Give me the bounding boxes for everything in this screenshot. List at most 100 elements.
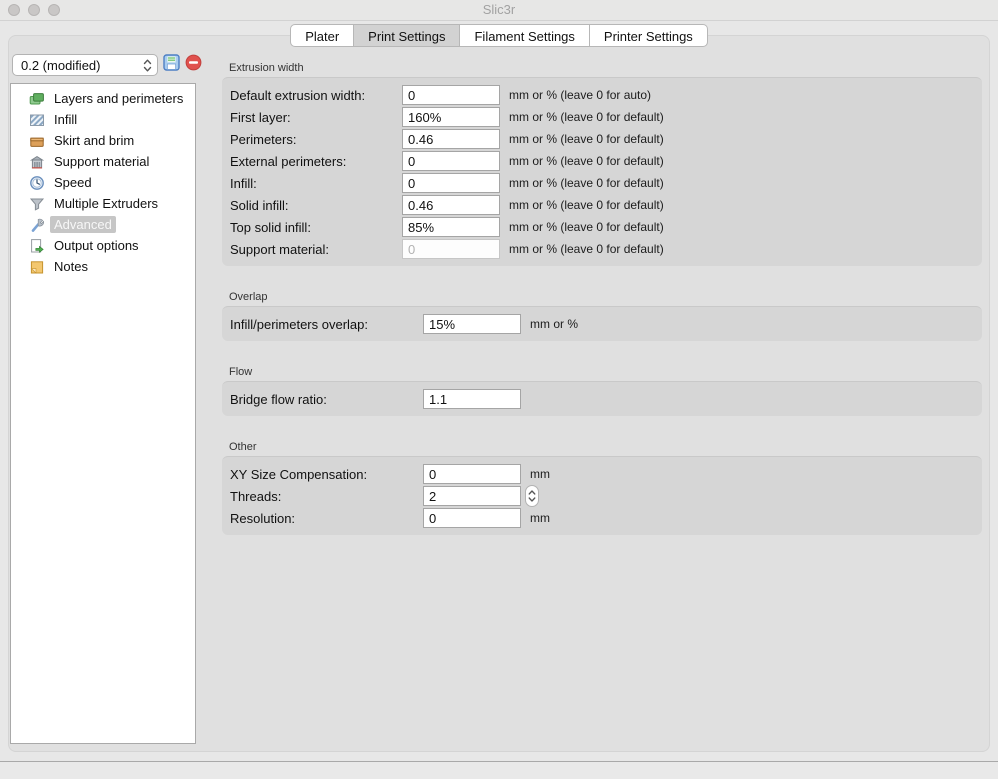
first-layer-input[interactable] xyxy=(402,107,500,127)
setting-unit: mm or % (leave 0 for default) xyxy=(509,132,664,146)
setting-unit: mm or % (leave 0 for default) xyxy=(509,242,664,256)
save-icon xyxy=(163,54,180,76)
tree-item-skirt-and-brim[interactable]: Skirt and brim xyxy=(11,130,195,151)
preset-select-value: 0.2 (modified) xyxy=(21,58,100,73)
tree-item-label: Infill xyxy=(50,111,81,128)
setting-label: Threads: xyxy=(230,489,423,504)
tab-plater[interactable]: Plater xyxy=(290,24,354,47)
setting-unit: mm xyxy=(530,467,550,481)
section-flow: Flow Bridge flow ratio: xyxy=(222,366,982,416)
slic3r-window: { "window": { "title": "Slic3r" }, "titl… xyxy=(0,0,998,778)
chevron-up-down-icon xyxy=(143,58,152,76)
skirt-icon xyxy=(29,133,45,149)
tree-item-multiple-extruders[interactable]: Multiple Extruders xyxy=(11,193,195,214)
section-title: Flow xyxy=(229,366,982,378)
resolution-input[interactable] xyxy=(423,508,521,528)
tree-item-output-options[interactable]: Output options xyxy=(11,235,195,256)
setting-row-xy-size-compensation: XY Size Compensation: mm xyxy=(230,463,974,485)
tree-item-advanced[interactable]: Advanced xyxy=(11,214,195,235)
section-title: Other xyxy=(229,441,982,453)
setting-row-threads: Threads: xyxy=(230,485,974,507)
tree-item-label: Advanced xyxy=(50,216,116,233)
tree-item-infill[interactable]: Infill xyxy=(11,109,195,130)
save-preset-button[interactable] xyxy=(162,56,180,74)
xy-size-compensation-input[interactable] xyxy=(423,464,521,484)
setting-row-resolution: Resolution: mm xyxy=(230,507,974,529)
speed-icon xyxy=(29,175,45,191)
setting-label: Support material: xyxy=(230,242,402,257)
section-box: Bridge flow ratio: xyxy=(222,381,982,416)
tab-printer-settings[interactable]: Printer Settings xyxy=(590,24,708,47)
layers-icon xyxy=(29,91,45,107)
window-title: Slic3r xyxy=(0,0,998,20)
tab-print-settings[interactable]: Print Settings xyxy=(354,24,460,47)
output-icon xyxy=(29,238,45,254)
tree-item-label: Support material xyxy=(50,153,153,170)
bridge-flow-ratio-input[interactable] xyxy=(423,389,521,409)
setting-label: External perimeters: xyxy=(230,154,402,169)
support-icon xyxy=(29,154,45,170)
preset-select[interactable]: 0.2 (modified) xyxy=(12,54,158,76)
threads-stepper[interactable] xyxy=(525,485,539,507)
support-material-input xyxy=(402,239,500,259)
section-other: Other XY Size Compensation: mm Threads: Reso… xyxy=(222,441,982,535)
setting-unit: mm xyxy=(530,511,550,525)
tree-item-speed[interactable]: Speed xyxy=(11,172,195,193)
print-settings-page: 0.2 (modified) xyxy=(8,35,990,752)
notes-icon xyxy=(29,259,45,275)
infill-perimeters-overlap-input[interactable] xyxy=(423,314,521,334)
tree-item-notes[interactable]: Notes xyxy=(11,256,195,277)
setting-unit: mm or % (leave 0 for default) xyxy=(509,198,664,212)
setting-row-support-material: Support material: mm or % (leave 0 for de… xyxy=(230,238,974,260)
section-box: Default extrusion width: mm or % (leave 0… xyxy=(222,77,982,266)
setting-row-external-perimeters: External perimeters: mm or % (leave 0 for… xyxy=(230,150,974,172)
section-overlap: OverlapInfill/perimeters overlap:mm or % xyxy=(222,291,982,341)
perimeters-input[interactable] xyxy=(402,129,500,149)
section-box: XY Size Compensation: mm Threads: Resolutio… xyxy=(222,456,982,535)
delete-icon xyxy=(185,54,202,76)
setting-label: Default extrusion width: xyxy=(230,88,402,103)
infill-input[interactable] xyxy=(402,173,500,193)
setting-row-infill-perimeters-overlap: Infill/perimeters overlap: mm or % xyxy=(230,313,974,335)
setting-unit: mm or % (leave 0 for default) xyxy=(509,154,664,168)
extruders-icon xyxy=(29,196,45,212)
setting-label: XY Size Compensation: xyxy=(230,467,423,482)
tabbar-wrap: PlaterPrint SettingsFilament SettingsPri… xyxy=(0,24,998,47)
tab-filament-settings[interactable]: Filament Settings xyxy=(460,24,589,47)
delete-preset-button[interactable] xyxy=(184,56,202,74)
section-extrusion-width: Extrusion width Default extrusion width: m… xyxy=(222,62,982,266)
setting-row-default-extrusion-width: Default extrusion width: mm or % (leave 0… xyxy=(230,84,974,106)
tree-item-label: Layers and perimeters xyxy=(50,90,187,107)
titlebar: Slic3r xyxy=(0,0,998,21)
tabbar: PlaterPrint SettingsFilament SettingsPri… xyxy=(290,24,708,47)
setting-label: Infill/perimeters overlap: xyxy=(230,317,423,332)
threads-input[interactable] xyxy=(423,486,521,506)
setting-row-first-layer: First layer: mm or % (leave 0 for default… xyxy=(230,106,974,128)
setting-label: Infill: xyxy=(230,176,402,191)
setting-unit: mm or % (leave 0 for default) xyxy=(509,220,664,234)
tree-item-support-material[interactable]: Support material xyxy=(11,151,195,172)
setting-label: First layer: xyxy=(230,110,402,125)
section-title: Extrusion width xyxy=(229,62,982,74)
tree-item-label: Output options xyxy=(50,237,143,254)
setting-label: Bridge flow ratio: xyxy=(230,392,423,407)
setting-label: Resolution: xyxy=(230,511,423,526)
infill-icon xyxy=(29,112,45,128)
top-solid-infill-input[interactable] xyxy=(402,217,500,237)
external-perimeters-input[interactable] xyxy=(402,151,500,171)
setting-unit: mm or % xyxy=(530,317,578,331)
setting-label: Solid infill: xyxy=(230,198,402,213)
tree-item-layers-and-perimeters[interactable]: Layers and perimeters xyxy=(11,88,195,109)
setting-unit: mm or % (leave 0 for default) xyxy=(509,110,664,124)
solid-infill-input[interactable] xyxy=(402,195,500,215)
settings-tree: Layers and perimeters Infill Skirt and bri… xyxy=(10,83,196,744)
preset-row: 0.2 (modified) xyxy=(12,54,202,76)
section-box: Infill/perimeters overlap: mm or % xyxy=(222,306,982,341)
setting-unit: mm or % (leave 0 for auto) xyxy=(509,88,651,102)
setting-row-perimeters: Perimeters:mm or % (leave 0 for default) xyxy=(230,128,974,150)
default-extrusion-width-input[interactable] xyxy=(402,85,500,105)
setting-row-solid-infill: Solid infill: mm or % (leave 0 for defaul… xyxy=(230,194,974,216)
setting-unit: mm or % (leave 0 for default) xyxy=(509,176,664,190)
advanced-icon xyxy=(29,217,45,233)
setting-row-bridge-flow-ratio: Bridge flow ratio: xyxy=(230,388,974,410)
